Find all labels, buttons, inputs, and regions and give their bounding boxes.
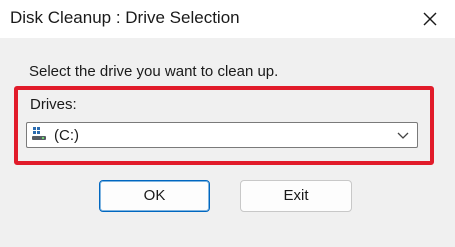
disk-cleanup-dialog: Disk Cleanup : Drive Selection Select th…: [0, 0, 455, 247]
exit-button[interactable]: Exit: [240, 180, 352, 212]
chevron-down-icon[interactable]: [397, 130, 409, 140]
selected-drive: (C:): [54, 127, 79, 144]
drive-select[interactable]: (C:): [26, 122, 418, 148]
drives-label: Drives:: [30, 96, 77, 113]
drive-icon: [31, 126, 47, 142]
instruction-text: Select the drive you want to clean up.: [29, 63, 279, 80]
close-icon: [423, 12, 437, 26]
title-bar: Disk Cleanup : Drive Selection: [0, 0, 455, 38]
close-button[interactable]: [415, 4, 445, 34]
window-title: Disk Cleanup : Drive Selection: [10, 8, 240, 27]
ok-button[interactable]: OK: [99, 180, 210, 212]
